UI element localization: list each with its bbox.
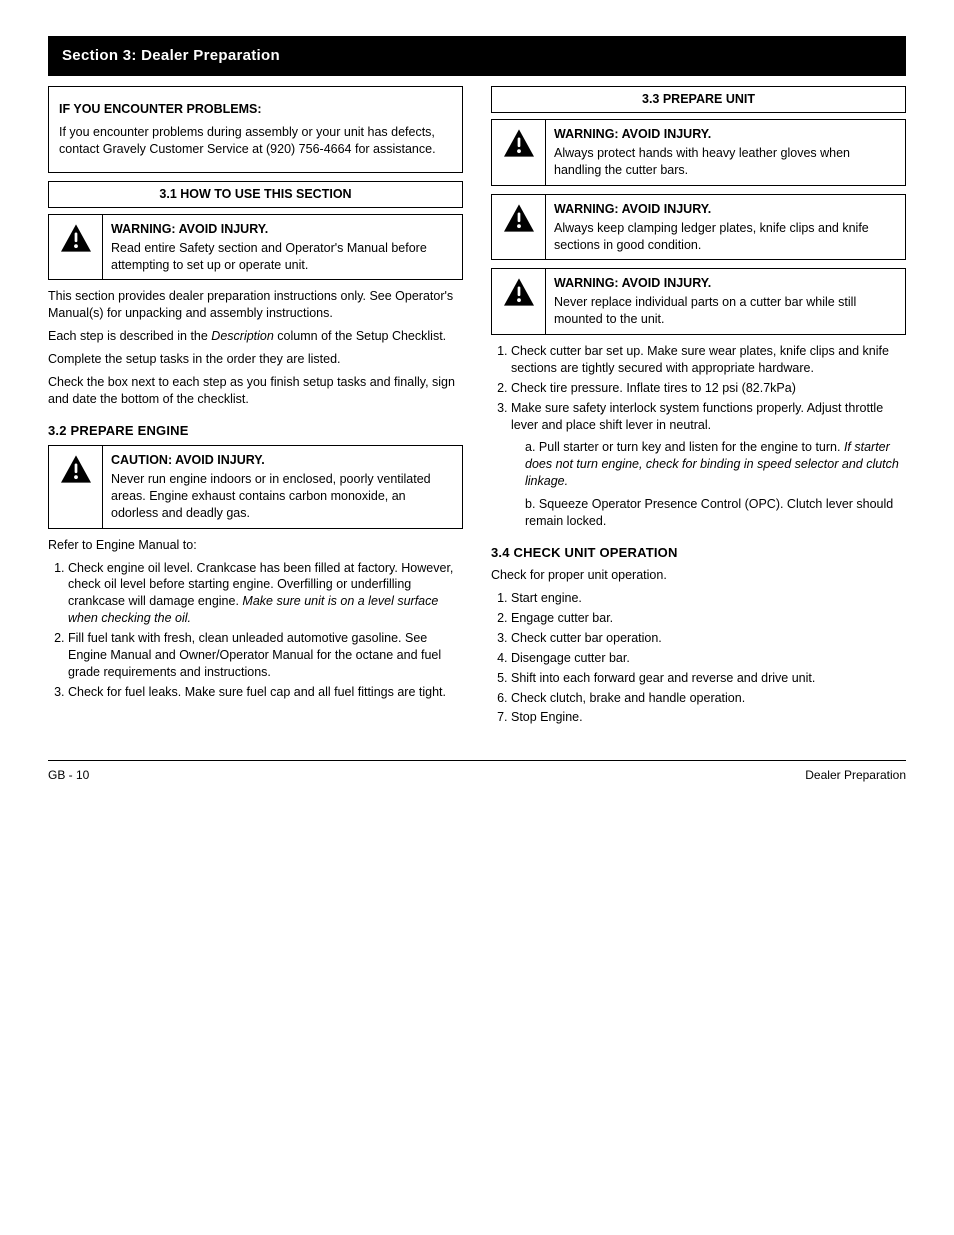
alert-triangle-icon xyxy=(502,296,536,310)
page-footer: GB - 10 Dealer Preparation xyxy=(48,760,906,783)
prepare-unit-list: Check cutter bar set up. Make sure wear … xyxy=(511,343,906,530)
warning-icon-cell xyxy=(492,194,546,260)
caution-body: Never run engine indoors or in enclosed,… xyxy=(111,471,454,522)
problems-heading: IF YOU ENCOUNTER PROBLEMS: xyxy=(59,102,262,116)
list-item: Check for fuel leaks. Make sure fuel cap… xyxy=(68,684,463,701)
para-dealer-prep: This section provides dealer preparation… xyxy=(48,288,463,322)
warning-body: Always keep clamping ledger plates, knif… xyxy=(554,220,897,254)
para-complete-order: Complete the setup tasks in the order th… xyxy=(48,351,463,368)
list-item: Make sure safety interlock system functi… xyxy=(511,400,906,530)
two-column-layout: IF YOU ENCOUNTER PROBLEMS: If you encoun… xyxy=(48,86,906,732)
warning-gloves: WARNING: AVOID INJURY. Always protect ha… xyxy=(491,119,906,186)
caution-icon-cell xyxy=(49,446,103,529)
section-3-2-heading: 3.2 PREPARE ENGINE xyxy=(48,422,463,440)
para-check-box: Check the box next to each step as you f… xyxy=(48,374,463,408)
caution-title: CAUTION: AVOID INJURY. xyxy=(111,452,454,469)
section-header: Section 3: Dealer Preparation xyxy=(48,36,906,76)
section-3-3-heading: 3.3 PREPARE UNIT xyxy=(491,86,906,113)
problems-body: If you encounter problems during assembl… xyxy=(59,124,452,158)
left-column: IF YOU ENCOUNTER PROBLEMS: If you encoun… xyxy=(48,86,463,732)
warning-text-cell: WARNING: AVOID INJURY. Read entire Safet… xyxy=(103,214,463,280)
caution-engine-exhaust: CAUTION: AVOID INJURY. Never run engine … xyxy=(48,445,463,529)
warning-text-cell: WARNING: AVOID INJURY. Never replace ind… xyxy=(546,269,906,335)
warning-title: WARNING: AVOID INJURY. xyxy=(111,221,454,238)
warning-ledger-plates: WARNING: AVOID INJURY. Always keep clamp… xyxy=(491,194,906,261)
check-operation-intro: Check for proper unit operation. xyxy=(491,567,906,584)
para-description-col: Each step is described in the Descriptio… xyxy=(48,328,463,345)
alert-triangle-icon xyxy=(502,147,536,161)
warning-title: WARNING: AVOID INJURY. xyxy=(554,275,897,292)
list-item: Check tire pressure. Inflate tires to 12… xyxy=(511,380,906,397)
list-item: Check clutch, brake and handle operation… xyxy=(511,690,906,707)
sub-step-b: b. Squeeze Operator Presence Control (OP… xyxy=(525,496,906,530)
list-item: Shift into each forward gear and reverse… xyxy=(511,670,906,687)
list-item: Start engine. xyxy=(511,590,906,607)
warning-body: Never replace individual parts on a cutt… xyxy=(554,294,897,328)
right-column: 3.3 PREPARE UNIT WARNING: AVOID INJURY. … xyxy=(491,86,906,732)
alert-triangle-icon xyxy=(59,242,93,256)
warning-text-cell: WARNING: AVOID INJURY. Always keep clamp… xyxy=(546,194,906,260)
warning-icon-cell xyxy=(492,120,546,186)
list-item: Stop Engine. xyxy=(511,709,906,726)
list-item: Fill fuel tank with fresh, clean unleade… xyxy=(68,630,463,681)
footer-section-label: Dealer Preparation xyxy=(805,767,906,783)
list-item: Check cutter bar set up. Make sure wear … xyxy=(511,343,906,377)
section-3-1-heading: 3.1 HOW TO USE THIS SECTION xyxy=(48,181,463,208)
operation-check-list: Start engine. Engage cutter bar. Check c… xyxy=(511,590,906,726)
engine-prep-list: Check engine oil level. Crankcase has be… xyxy=(68,560,463,701)
footer-page-number: GB - 10 xyxy=(48,767,89,783)
alert-triangle-icon xyxy=(502,222,536,236)
warning-title: WARNING: AVOID INJURY. xyxy=(554,201,897,218)
warning-icon-cell xyxy=(492,269,546,335)
warning-cutter-bar-mounted: WARNING: AVOID INJURY. Never replace ind… xyxy=(491,268,906,335)
caution-text-cell: CAUTION: AVOID INJURY. Never run engine … xyxy=(103,446,463,529)
warning-title: WARNING: AVOID INJURY. xyxy=(554,126,897,143)
list-item: Check cutter bar operation. xyxy=(511,630,906,647)
refer-engine-manual: Refer to Engine Manual to: xyxy=(48,537,463,554)
list-item: Check engine oil level. Crankcase has be… xyxy=(68,560,463,628)
problems-callout-box: IF YOU ENCOUNTER PROBLEMS: If you encoun… xyxy=(48,86,463,173)
warning-icon-cell xyxy=(49,214,103,280)
list-item: Disengage cutter bar. xyxy=(511,650,906,667)
sub-step-a: a. Pull starter or turn key and listen f… xyxy=(525,439,906,490)
list-item: Engage cutter bar. xyxy=(511,610,906,627)
warning-body: Always protect hands with heavy leather … xyxy=(554,145,897,179)
warning-read-manual: WARNING: AVOID INJURY. Read entire Safet… xyxy=(48,214,463,281)
section-3-4-heading: 3.4 CHECK UNIT OPERATION xyxy=(491,544,906,562)
warning-body: Read entire Safety section and Operator'… xyxy=(111,240,454,274)
alert-triangle-icon xyxy=(59,473,93,487)
warning-text-cell: WARNING: AVOID INJURY. Always protect ha… xyxy=(546,120,906,186)
